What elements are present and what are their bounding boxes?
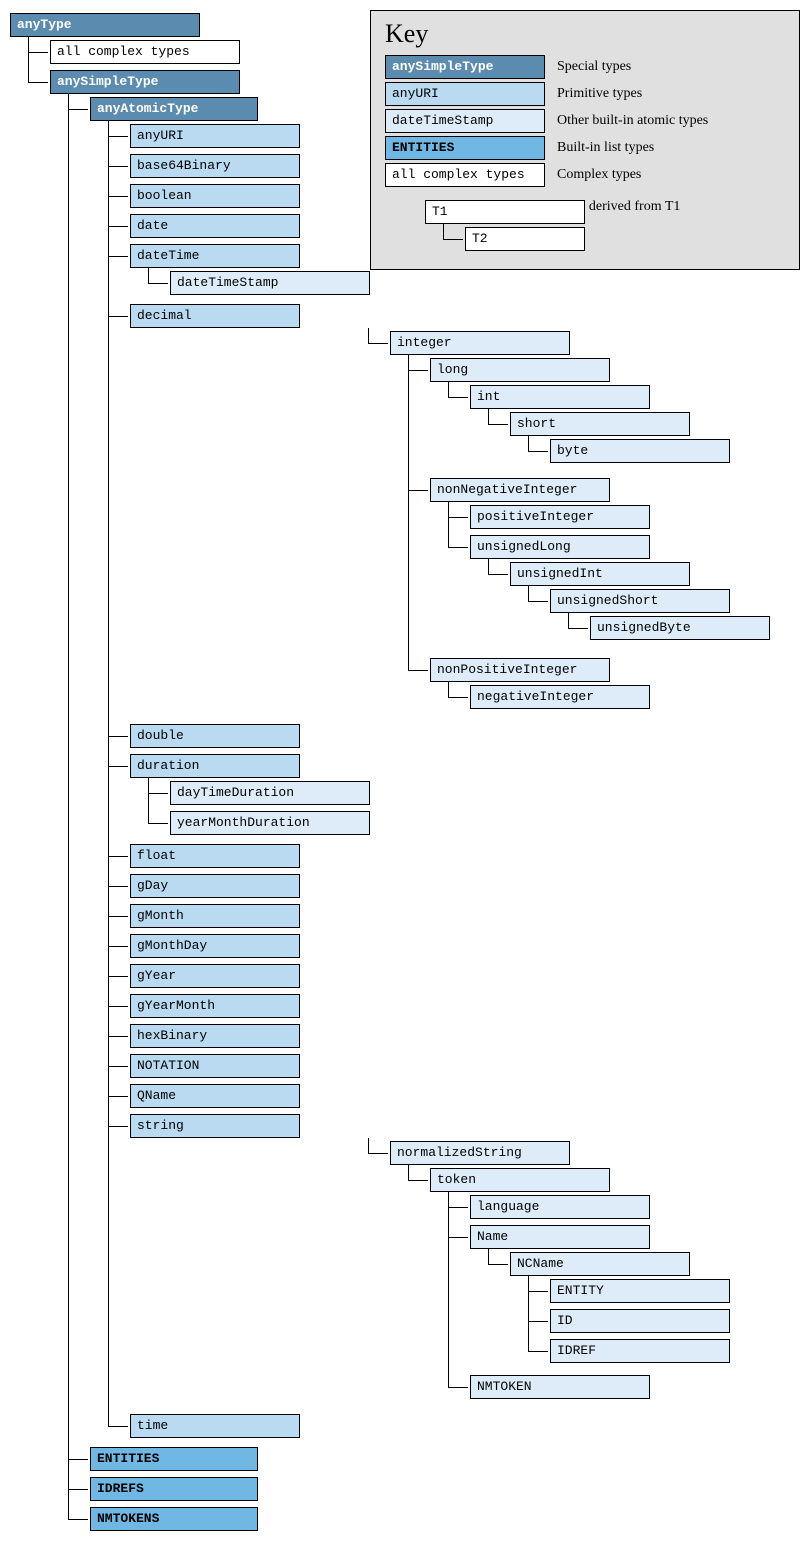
node-dateTimeStamp: dateTimeStamp (170, 271, 370, 295)
node-anySimpleType: anySimpleType (50, 70, 240, 94)
node-NCName: NCName (510, 1252, 690, 1276)
node-anyType: anyType (10, 13, 200, 37)
node-decimal: decimal (130, 304, 300, 328)
node-QName: QName (130, 1084, 300, 1108)
node-positiveInteger: positiveInteger (470, 505, 650, 529)
type-hierarchy-diagram: Key anySimpleType Special types anyURI P… (10, 10, 800, 1540)
node-ENTITIES: ENTITIES (90, 1447, 258, 1471)
node-base64Binary: base64Binary (130, 154, 300, 178)
node-byte: byte (550, 439, 730, 463)
node-dateTime: dateTime (130, 244, 300, 268)
node-all-complex-types: all complex types (50, 40, 240, 64)
node-NMTOKENS: NMTOKENS (90, 1507, 258, 1531)
node-unsignedLong: unsignedLong (470, 535, 650, 559)
node-hexBinary: hexBinary (130, 1024, 300, 1048)
node-gMonthDay: gMonthDay (130, 934, 300, 958)
node-boolean: boolean (130, 184, 300, 208)
node-yearMonthDuration: yearMonthDuration (170, 811, 370, 835)
node-int: int (470, 385, 650, 409)
node-normalizedString: normalizedString (390, 1141, 570, 1165)
type-tree: anyType all complex types anySimpleType … (10, 10, 800, 1540)
node-IDREFS: IDREFS (90, 1477, 258, 1501)
node-negativeInteger: negativeInteger (470, 685, 650, 709)
node-anyAtomicType: anyAtomicType (90, 97, 258, 121)
node-gYear: gYear (130, 964, 300, 988)
node-double: double (130, 724, 300, 748)
node-date: date (130, 214, 300, 238)
node-gYearMonth: gYearMonth (130, 994, 300, 1018)
node-dayTimeDuration: dayTimeDuration (170, 781, 370, 805)
node-nonNegativeInteger: nonNegativeInteger (430, 478, 610, 502)
node-anyURI: anyURI (130, 124, 300, 148)
node-time: time (130, 1414, 300, 1438)
node-Name: Name (470, 1225, 650, 1249)
node-long: long (430, 358, 610, 382)
node-gMonth: gMonth (130, 904, 300, 928)
node-nonPositiveInteger: nonPositiveInteger (430, 658, 610, 682)
node-IDREF: IDREF (550, 1339, 730, 1363)
node-token: token (430, 1168, 610, 1192)
node-string: string (130, 1114, 300, 1138)
node-NMTOKEN: NMTOKEN (470, 1375, 650, 1399)
node-short: short (510, 412, 690, 436)
node-integer: integer (390, 331, 570, 355)
node-float: float (130, 844, 300, 868)
node-unsignedInt: unsignedInt (510, 562, 690, 586)
node-gDay: gDay (130, 874, 300, 898)
node-duration: duration (130, 754, 300, 778)
node-ID: ID (550, 1309, 730, 1333)
node-language: language (470, 1195, 650, 1219)
node-NOTATION: NOTATION (130, 1054, 300, 1078)
node-unsignedByte: unsignedByte (590, 616, 770, 640)
node-ENTITY: ENTITY (550, 1279, 730, 1303)
node-unsignedShort: unsignedShort (550, 589, 730, 613)
